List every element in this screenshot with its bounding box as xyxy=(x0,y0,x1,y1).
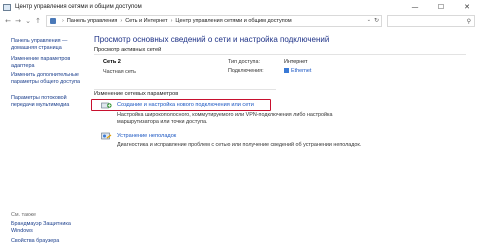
access-type-label: Тип доступа: xyxy=(228,59,260,65)
forward-icon[interactable]: → xyxy=(13,15,23,27)
window-controls: — ☐ ✕ xyxy=(402,0,480,14)
sidebar-item-browser-properties[interactable]: Свойства браузера xyxy=(11,238,87,245)
sidebar: Панель управления — домашняя страница Из… xyxy=(0,28,88,250)
address-dropdown-icon[interactable]: ⌄ xyxy=(367,17,371,23)
back-icon[interactable]: ← xyxy=(3,15,13,27)
ethernet-link[interactable]: Ethernet xyxy=(291,68,311,74)
divider xyxy=(94,89,276,90)
ethernet-icon xyxy=(284,68,289,74)
new-connection-description: Настройка широкополосного, коммутируемог… xyxy=(117,112,333,125)
divider xyxy=(94,54,466,55)
see-also-label: См. также xyxy=(11,212,36,218)
close-button[interactable]: ✕ xyxy=(454,0,480,14)
title-bar: Центр управления сетями и общим доступом… xyxy=(0,0,480,14)
minimize-button[interactable]: — xyxy=(402,0,428,14)
active-networks-header: Просмотр активных сетей xyxy=(94,47,162,53)
network-name: Сеть 2 xyxy=(103,59,121,65)
network-center-icon xyxy=(3,3,11,11)
refresh-icon[interactable]: ↻ xyxy=(374,17,379,24)
maximize-button[interactable]: ☐ xyxy=(428,0,454,14)
sidebar-item-sharing-settings[interactable]: Изменить дополнительные параметры общего… xyxy=(11,72,87,85)
troubleshoot-link[interactable]: Устранение неполадок xyxy=(117,133,176,139)
address-bar[interactable]: › Панель управления › Сеть и Интернет › … xyxy=(46,15,382,27)
page-title: Просмотр основных сведений о сети и наст… xyxy=(94,35,330,44)
connections-label: Подключения: xyxy=(228,68,264,74)
window-title: Центр управления сетями и общим доступом xyxy=(15,4,142,10)
breadcrumb-network-internet[interactable]: Сеть и Интернет xyxy=(125,18,167,24)
recent-locations-icon[interactable]: ⌄ xyxy=(23,15,33,27)
main-content: Просмотр основных сведений о сети и наст… xyxy=(88,28,480,250)
search-icon: ⚲ xyxy=(466,18,471,25)
sidebar-item-media-streaming[interactable]: Параметры потоковой передачи мультимедиа xyxy=(11,95,87,108)
control-panel-icon xyxy=(50,18,56,24)
up-icon[interactable]: ↑ xyxy=(33,15,43,27)
troubleshoot-description: Диагностика и исправление проблем с сеть… xyxy=(117,142,362,148)
breadcrumb-separator: › xyxy=(120,18,123,24)
search-input[interactable]: ⚲ xyxy=(387,15,475,27)
sidebar-item-firewall[interactable]: Брандмауэр Защитника Windows xyxy=(11,221,87,234)
sidebar-item-adapter-settings[interactable]: Изменение параметров адаптера xyxy=(11,56,87,69)
breadcrumb-separator: › xyxy=(170,18,173,24)
troubleshoot-icon xyxy=(101,132,112,140)
change-settings-header: Изменение сетевых параметров xyxy=(94,91,179,97)
access-type-value: Интернет xyxy=(284,59,308,65)
breadcrumb-network-center[interactable]: Центр управления сетями и общим доступом xyxy=(175,18,291,24)
sidebar-item-control-panel-home[interactable]: Панель управления — домашняя страница xyxy=(11,38,87,51)
network-type[interactable]: Частная сеть xyxy=(103,69,136,75)
connections-value[interactable]: Ethernet xyxy=(284,68,311,74)
breadcrumb-separator: › xyxy=(62,18,64,24)
navigation-bar: ← → ⌄ ↑ › Панель управления › Сеть и Инт… xyxy=(0,14,480,28)
breadcrumb-control-panel[interactable]: Панель управления xyxy=(67,18,118,24)
highlight-frame xyxy=(91,99,271,111)
